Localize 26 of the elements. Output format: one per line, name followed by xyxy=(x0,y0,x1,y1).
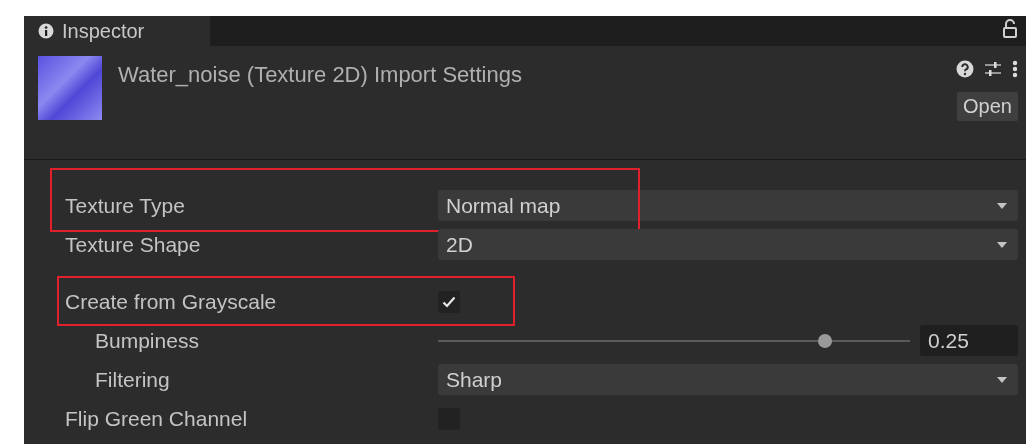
dropdown[interactable]: Sharp xyxy=(438,364,1018,395)
slider-track[interactable] xyxy=(438,333,910,348)
dropdown-arrow-icon xyxy=(996,201,1008,210)
lock-icon[interactable] xyxy=(1002,19,1018,39)
checkbox[interactable] xyxy=(438,290,460,313)
texture-thumbnail xyxy=(38,56,102,120)
field-label: Create from Grayscale xyxy=(65,289,277,314)
dropdown[interactable]: Normal map xyxy=(438,190,1018,221)
help-icon[interactable] xyxy=(956,60,974,78)
checkmark-icon xyxy=(442,295,456,308)
slider-thumb[interactable] xyxy=(818,333,833,348)
dropdown[interactable]: 2D xyxy=(438,229,1018,260)
more-options-icon[interactable] xyxy=(1012,60,1018,78)
dropdown-arrow-icon xyxy=(996,375,1008,384)
import-settings-title: Water_noise (Texture 2D) Import Settings xyxy=(118,62,523,89)
field-label: Bumpiness xyxy=(95,328,199,353)
field-label: Filtering xyxy=(95,367,170,392)
field-label: Texture Shape xyxy=(65,232,201,257)
open-button[interactable]: Open xyxy=(957,92,1018,121)
number-field[interactable]: 0.25 xyxy=(920,325,1018,356)
info-icon xyxy=(38,23,54,39)
field-label: Flip Green Channel xyxy=(65,406,248,431)
sliders-icon[interactable] xyxy=(984,60,1002,78)
inspector-tab[interactable]: Inspector xyxy=(24,16,210,46)
field-label: Texture Type xyxy=(65,193,185,218)
dropdown-arrow-icon xyxy=(996,240,1008,249)
